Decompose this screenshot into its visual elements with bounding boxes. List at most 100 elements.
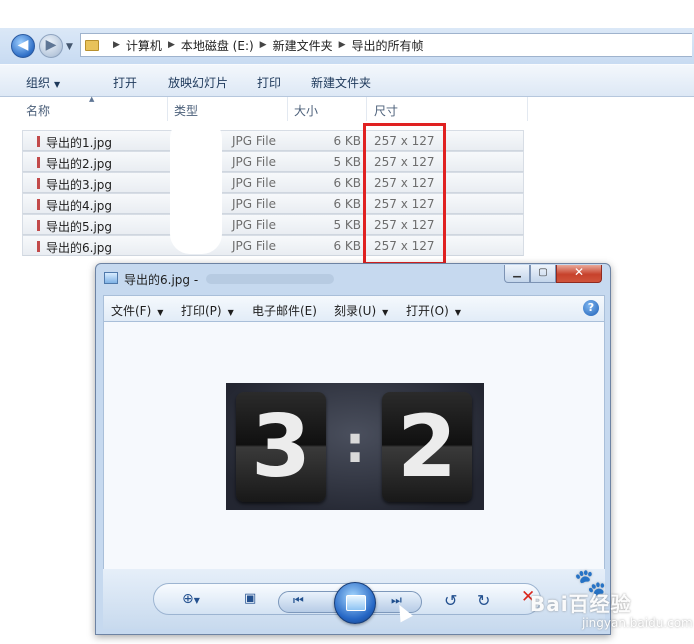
file-row[interactable]: 导出的1.jpg JPG File 6 KB 257 x 127 — [22, 130, 524, 151]
file-size: 5 KB — [333, 155, 361, 169]
viewer-menu-bar: 文件(F) ▼ 打印(P) ▼ 电子邮件(E) 刻录(U) ▼ 打开(O) ▼ ? — [103, 295, 605, 322]
watermark: 🐾 Bai百经验 jingyan.baidu.com — [530, 568, 693, 638]
file-size: 6 KB — [333, 197, 361, 211]
file-size: 6 KB — [333, 176, 361, 190]
recent-pages-dropdown[interactable]: ▼ — [66, 42, 73, 52]
file-type: JPG File — [232, 197, 276, 211]
menu-burn[interactable]: 刻录(U) ▼ — [334, 302, 388, 319]
file-row[interactable]: 导出的5.jpg JPG File 5 KB 257 x 127 — [22, 214, 524, 235]
file-row[interactable]: 导出的4.jpg JPG File 6 KB 257 x 127 — [22, 193, 524, 214]
organize-button[interactable]: 组织 ▼ — [26, 74, 60, 91]
chevron-right-icon[interactable]: ▶ — [168, 40, 175, 50]
chevron-right-icon[interactable]: ▶ — [260, 40, 267, 50]
breadcrumb-new-folder[interactable]: 新建文件夹 — [273, 37, 333, 54]
file-name: 导出的1.jpg — [46, 136, 113, 150]
maximize-button[interactable]: ▢ — [530, 265, 556, 283]
flip-card-left: 3 — [236, 392, 326, 502]
column-dimensions[interactable]: 尺寸 — [374, 102, 398, 119]
file-size: 6 KB — [333, 239, 361, 253]
maximize-icon: ▢ — [538, 267, 548, 278]
file-type: JPG File — [232, 155, 276, 169]
menu-open[interactable]: 打开(O) ▼ — [406, 302, 461, 319]
slideshow-button[interactable] — [334, 582, 376, 624]
jpg-file-icon — [37, 241, 40, 252]
new-folder-button[interactable]: 新建文件夹 — [311, 74, 371, 91]
jpg-file-icon — [37, 136, 40, 147]
flip-card-separator: : — [344, 415, 366, 475]
actual-size-icon[interactable]: ▣ — [244, 591, 256, 606]
sort-ascending-icon: ▲ — [89, 95, 95, 103]
menu-file[interactable]: 文件(F) ▼ — [111, 302, 163, 319]
file-row[interactable]: 导出的6.jpg JPG File 6 KB 257 x 127 — [22, 235, 524, 256]
column-divider[interactable] — [527, 97, 528, 121]
column-type[interactable]: 类型 — [174, 102, 198, 119]
menu-open-label: 打开(O) — [406, 304, 449, 318]
watermark-brand: Bai百经验 — [530, 592, 632, 616]
breadcrumb-current-folder[interactable]: 导出的所有帧 — [352, 37, 424, 54]
minimize-icon: ▁ — [513, 267, 521, 278]
column-divider[interactable] — [167, 97, 168, 121]
menu-burn-label: 刻录(U) — [334, 304, 377, 318]
forward-button[interactable]: ▶ — [39, 34, 63, 58]
close-button[interactable]: ✕ — [556, 265, 602, 283]
displayed-photo: 3 : 2 — [226, 383, 484, 510]
slideshow-button[interactable]: 放映幻灯片 — [168, 74, 228, 91]
file-name: 导出的6.jpg — [46, 241, 113, 255]
slideshow-icon — [346, 595, 366, 611]
jpg-file-icon — [37, 199, 40, 210]
close-icon: ✕ — [573, 265, 585, 279]
chevron-right-icon[interactable]: ▶ — [113, 40, 120, 50]
file-name: 导出的5.jpg — [46, 220, 113, 234]
help-icon[interactable]: ? — [583, 300, 599, 316]
chevron-right-icon[interactable]: ▶ — [339, 40, 346, 50]
minimize-button[interactable]: ▁ — [504, 265, 530, 283]
file-name: 导出的3.jpg — [46, 178, 113, 192]
chevron-down-icon: ▼ — [157, 308, 164, 317]
menu-print-label: 打印(P) — [181, 304, 222, 318]
breadcrumb-drive[interactable]: 本地磁盘 (E:) — [181, 37, 254, 54]
menu-print[interactable]: 打印(P) ▼ — [181, 302, 234, 319]
file-size: 6 KB — [333, 134, 361, 148]
open-button[interactable]: 打开 — [113, 74, 137, 91]
forward-icon: ▶ — [45, 37, 57, 53]
previous-icon[interactable]: ⏮ — [293, 593, 304, 608]
address-bar-area: ◀ ▶ ▼ ▶ 计算机 ▶ 本地磁盘 (E:) ▶ 新建文件夹 ▶ 导出的所有帧 — [0, 28, 694, 64]
chevron-down-icon: ▼ — [382, 308, 389, 317]
column-size[interactable]: 大小 — [294, 102, 318, 119]
file-type: JPG File — [232, 218, 276, 232]
column-name[interactable]: 名称 — [26, 102, 50, 119]
file-row[interactable]: 导出的2.jpg JPG File 5 KB 257 x 127 — [22, 151, 524, 172]
chevron-down-icon: ▼ — [54, 80, 61, 89]
file-name: 导出的4.jpg — [46, 199, 113, 213]
playback-controls: ⊕▼ ▣ ⏮ ⏭ ↺ ↻ — [153, 582, 541, 624]
file-type: JPG File — [232, 176, 276, 190]
print-button[interactable]: 打印 — [257, 74, 281, 91]
column-divider[interactable] — [366, 97, 367, 121]
watermark-url: jingyan.baidu.com — [582, 616, 693, 630]
address-box[interactable]: ▶ 计算机 ▶ 本地磁盘 (E:) ▶ 新建文件夹 ▶ 导出的所有帧 — [80, 33, 692, 57]
jpg-file-icon — [37, 220, 40, 231]
column-divider[interactable] — [287, 97, 288, 121]
file-row[interactable]: 导出的3.jpg JPG File 6 KB 257 x 127 — [22, 172, 524, 193]
command-toolbar: 组织 ▼ 打开 放映幻灯片 打印 新建文件夹 — [0, 64, 694, 97]
redacted-title-text — [206, 274, 334, 284]
file-size: 5 KB — [333, 218, 361, 232]
flip-card-right: 2 — [382, 392, 472, 502]
redaction-blotch — [170, 118, 222, 254]
file-list: 导出的1.jpg JPG File 6 KB 257 x 127 导出的2.jp… — [22, 130, 524, 256]
menu-file-label: 文件(F) — [111, 304, 152, 318]
rotate-ccw-icon[interactable]: ↺ — [444, 591, 457, 610]
organize-label: 组织 — [26, 76, 51, 90]
viewer-title: 导出的6.jpg - — [124, 273, 199, 287]
back-button[interactable]: ◀ — [11, 34, 35, 58]
breadcrumb-computer[interactable]: 计算机 — [126, 37, 162, 54]
rotate-cw-icon[interactable]: ↻ — [477, 591, 490, 610]
chevron-down-icon: ▼ — [227, 308, 234, 317]
jpg-file-icon — [37, 157, 40, 168]
zoom-icon[interactable]: ⊕▼ — [182, 591, 200, 607]
jpg-file-icon — [37, 178, 40, 189]
photo-viewer-icon — [104, 272, 118, 284]
file-type: JPG File — [232, 134, 276, 148]
back-icon: ◀ — [17, 37, 29, 53]
menu-email[interactable]: 电子邮件(E) — [252, 302, 317, 319]
